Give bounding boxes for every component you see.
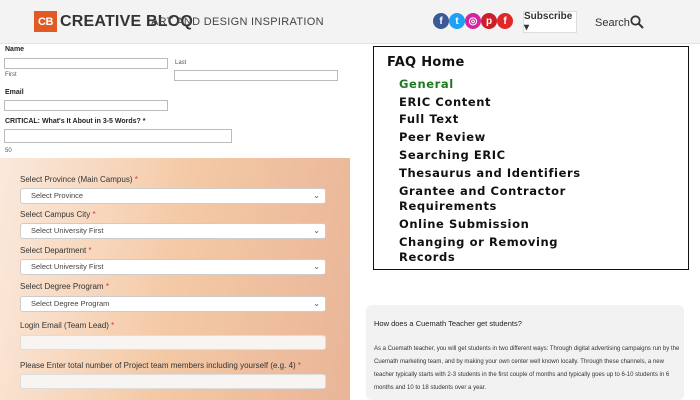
chevron-down-icon: ⌄ xyxy=(313,191,320,200)
name-label: Name xyxy=(5,46,25,53)
facebook-icon[interactable]: f xyxy=(433,13,449,29)
critical-label: CRITICAL: What's It About in 3-5 Words? … xyxy=(5,118,146,125)
chevron-down-icon: ⌄ xyxy=(313,262,320,271)
email-input[interactable] xyxy=(4,100,168,111)
faq-item-eric-content[interactable]: ERIC Content xyxy=(399,94,491,110)
province-select[interactable]: Select Province ⌄ xyxy=(20,188,326,204)
card-question[interactable]: How does a Cuemath Teacher get students? xyxy=(374,319,522,328)
city-select[interactable]: Select University First ⌄ xyxy=(20,223,326,239)
faq-item-changing[interactable]: Changing or Removing xyxy=(399,234,558,250)
degree-label: Select Degree Program * xyxy=(20,282,109,291)
required-mark: * xyxy=(111,321,115,330)
required-mark: * xyxy=(88,246,92,255)
flipboard-icon[interactable]: f xyxy=(497,13,513,29)
faq-item-thesaurus[interactable]: Thesaurus and Identifiers xyxy=(399,165,581,181)
logo-badge: CB xyxy=(34,11,57,32)
members-label: Please Enter total number of Project tea… xyxy=(20,361,302,370)
chevron-down-icon: ⌄ xyxy=(313,299,320,308)
card-answer: As a Cuemath teacher, you will get stude… xyxy=(374,346,680,391)
province-label: Select Province (Main Campus) * xyxy=(20,175,138,184)
degree-select[interactable]: Select Degree Program ⌄ xyxy=(20,296,326,312)
critical-input[interactable] xyxy=(4,129,232,143)
department-select[interactable]: Select University First ⌄ xyxy=(20,259,326,275)
instagram-icon[interactable]: ◎ xyxy=(465,13,481,29)
members-input[interactable] xyxy=(20,374,326,389)
faq-item-grantee-cont[interactable]: Requirements xyxy=(399,198,497,214)
faq-item-online-submission[interactable]: Online Submission xyxy=(399,216,529,232)
required-mark: * xyxy=(105,282,109,291)
faq-item-searching-eric[interactable]: Searching ERIC xyxy=(399,147,506,163)
faq-panel: FAQ Home General ERIC Content Full Text … xyxy=(373,46,689,270)
search-label[interactable]: Search xyxy=(595,17,630,29)
faq-item-general[interactable]: General xyxy=(399,76,454,92)
faq-item-peer-review[interactable]: Peer Review xyxy=(399,129,486,145)
faq-item-changing-cont[interactable]: Records xyxy=(399,249,455,265)
city-label: Select Campus City * xyxy=(20,210,96,219)
last-name-input[interactable] xyxy=(174,70,338,81)
required-mark: * xyxy=(92,210,96,219)
required-mark: * xyxy=(297,361,302,370)
pinterest-icon[interactable]: p xyxy=(481,13,497,29)
required-mark: * xyxy=(134,175,138,184)
site-tagline: ART AND DESIGN INSPIRATION xyxy=(151,16,324,28)
subscribe-button[interactable]: Subscribe ▾ xyxy=(523,11,577,33)
site-header: CB CREATIVE BLOQ ART AND DESIGN INSPIRAT… xyxy=(0,0,700,44)
social-links: f t ◎ p f xyxy=(433,13,513,29)
chevron-down-icon: ⌄ xyxy=(313,226,320,235)
char-count: 50 xyxy=(5,148,12,154)
faq-item-full-text[interactable]: Full Text xyxy=(399,111,459,127)
last-name-sublabel: Last xyxy=(175,60,187,66)
twitter-icon[interactable]: t xyxy=(449,13,465,29)
email-label: Email xyxy=(5,89,24,96)
campus-form-panel: Select Province (Main Campus) * Select P… xyxy=(0,158,350,400)
department-label: Select Department * xyxy=(20,246,92,255)
login-email-label: Login Email (Team Lead) * xyxy=(20,321,115,330)
first-name-input[interactable] xyxy=(4,58,168,69)
faq-title: FAQ Home xyxy=(387,55,465,70)
login-email-input[interactable] xyxy=(20,335,326,350)
first-name-sublabel: First xyxy=(5,72,17,78)
faq-answer-card: How does a Cuemath Teacher get students?… xyxy=(366,305,684,400)
faq-item-grantee[interactable]: Grantee and Contractor xyxy=(399,183,566,199)
search-icon[interactable] xyxy=(630,15,644,29)
